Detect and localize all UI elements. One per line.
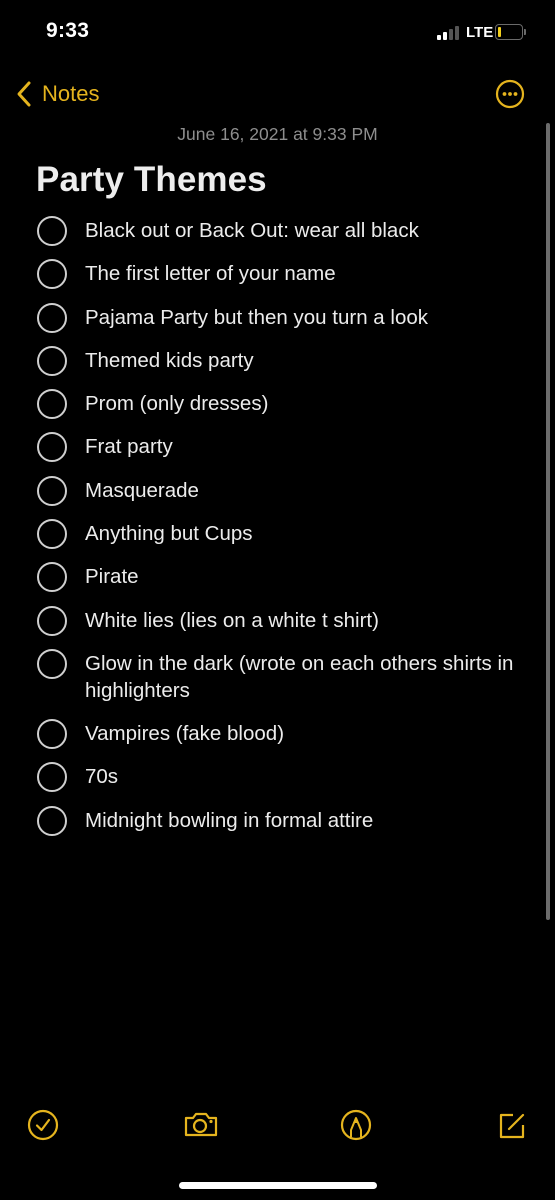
- checklist-item: Pajama Party but then you turn a look: [37, 300, 517, 343]
- checklist-item: Vampires (fake blood): [37, 716, 517, 759]
- checklist-item-text[interactable]: Themed kids party: [85, 343, 254, 374]
- signal-bar: [443, 32, 447, 40]
- checklist-item: Prom (only dresses): [37, 386, 517, 429]
- checkbox-circle-icon[interactable]: [37, 432, 67, 463]
- home-indicator[interactable]: [179, 1182, 377, 1189]
- battery-icon: [495, 24, 526, 40]
- checklist-item: Midnight bowling in formal attire: [37, 803, 517, 846]
- pen-tip-circle-icon: [340, 1109, 372, 1141]
- checklist-item: Black out or Back Out: wear all black: [37, 213, 517, 256]
- network-type: LTE: [466, 24, 494, 41]
- checklist-item: Glow in the dark (wrote on each others s…: [37, 646, 517, 716]
- ellipsis-circle-icon: [495, 79, 525, 109]
- checkbox-circle-icon[interactable]: [37, 475, 67, 506]
- checklist-item: Masquerade: [37, 473, 517, 516]
- note-date: June 16, 2021 at 9:33 PM: [177, 124, 378, 144]
- checklist-button[interactable]: [26, 1108, 60, 1142]
- checklist-item: Pirate: [37, 559, 517, 602]
- scrollbar[interactable]: [546, 123, 550, 920]
- checklist-item-text[interactable]: Masquerade: [85, 473, 199, 504]
- markup-button[interactable]: [339, 1108, 373, 1142]
- checkbox-circle-icon[interactable]: [37, 805, 67, 836]
- back-label: Notes: [42, 81, 100, 106]
- compose-icon: [499, 1113, 525, 1139]
- checklist-item: The first letter of your name: [37, 256, 517, 299]
- signal-bar: [455, 26, 459, 40]
- more-options-button[interactable]: [495, 79, 525, 109]
- checklist-item-text[interactable]: Pajama Party but then you turn a look: [85, 300, 428, 331]
- checklist-item: Themed kids party: [37, 343, 517, 386]
- checklist: Black out or Back Out: wear all black The…: [37, 213, 517, 846]
- compose-button[interactable]: [495, 1108, 529, 1142]
- camera-icon: [184, 1112, 218, 1137]
- checklist-item-text[interactable]: Glow in the dark (wrote on each others s…: [85, 646, 517, 704]
- back-button[interactable]: Notes: [16, 80, 99, 108]
- checklist-item-text[interactable]: White lies (lies on a white t shirt): [85, 603, 379, 634]
- checkbox-circle-icon[interactable]: [37, 648, 67, 679]
- checkbox-circle-icon[interactable]: [37, 302, 67, 333]
- checklist-item-text[interactable]: Anything but Cups: [85, 516, 253, 547]
- checklist-item: 70s: [37, 759, 517, 802]
- signal-bar: [437, 35, 441, 40]
- checklist-item-text[interactable]: Frat party: [85, 429, 173, 460]
- note-title[interactable]: Party Themes: [36, 160, 267, 200]
- chevron-left-icon: [17, 81, 31, 107]
- checklist-item: White lies (lies on a white t shirt): [37, 603, 517, 646]
- checkbox-circle-icon[interactable]: [37, 605, 67, 636]
- checkbox-circle-icon[interactable]: [37, 259, 67, 290]
- checkbox-circle-icon[interactable]: [37, 762, 67, 793]
- checklist-item-text[interactable]: 70s: [85, 759, 118, 790]
- checklist-item-text[interactable]: Vampires (fake blood): [85, 716, 284, 747]
- checkbox-circle-icon[interactable]: [37, 562, 67, 593]
- battery-level: [498, 27, 501, 37]
- checklist-item: Frat party: [37, 429, 517, 472]
- checklist-item: Anything but Cups: [37, 516, 517, 559]
- checkbox-circle-icon[interactable]: [37, 345, 67, 376]
- camera-button[interactable]: [182, 1108, 220, 1142]
- cellular-signal-icon: [437, 25, 461, 40]
- checkbox-circle-icon[interactable]: [37, 718, 67, 749]
- checklist-item-text[interactable]: Pirate: [85, 559, 139, 590]
- checklist-item-text[interactable]: Midnight bowling in formal attire: [85, 803, 373, 834]
- checklist-item-text[interactable]: Prom (only dresses): [85, 386, 268, 417]
- checklist-item-text[interactable]: Black out or Back Out: wear all black: [85, 213, 419, 244]
- checklist-item-text[interactable]: The first letter of your name: [85, 256, 336, 287]
- checkbox-circle-icon[interactable]: [37, 389, 67, 420]
- checkmark-circle-icon: [27, 1109, 59, 1141]
- checkbox-circle-icon[interactable]: [37, 216, 67, 246]
- signal-bar: [449, 29, 453, 40]
- status-time: 9:33: [46, 19, 90, 42]
- checkbox-circle-icon[interactable]: [37, 519, 67, 550]
